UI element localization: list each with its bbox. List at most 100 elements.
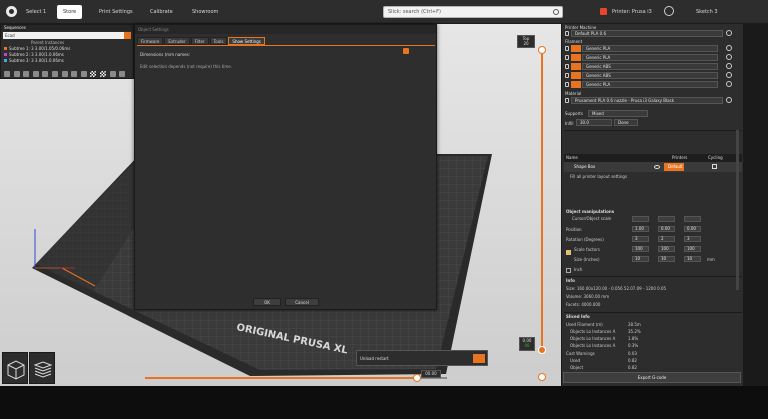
stats-value: 0.03 [628,351,637,356]
window-bottom-bar [0,386,768,419]
filament-select[interactable]: Generic PLA [582,54,718,61]
checker-alt-icon[interactable] [99,71,106,77]
menu-icon[interactable] [109,71,116,77]
search-icon [553,9,559,15]
ok-button[interactable]: OK [253,298,281,306]
dialog-tab-tools[interactable]: Tools [209,37,228,45]
notification-toast: Unload restart [356,350,488,366]
preview-view-button[interactable] [29,352,55,384]
move-slider-end-handle[interactable] [538,373,546,381]
stats-label: Used [570,358,581,363]
size-y[interactable]: 10 [658,256,675,262]
material-settings-gear-icon[interactable] [726,97,732,103]
size-z[interactable]: 10 [684,256,701,262]
object-row-label: Subtree 3: 3 3.00/1.0.06ms [9,58,64,63]
tab-calibrate[interactable]: Calibrate [144,5,179,19]
checker-icon[interactable] [90,71,97,77]
rotation-y[interactable]: 2 [658,236,675,242]
object-search-input[interactable]: Ecad [3,32,131,39]
inch-checkbox[interactable] [566,268,571,273]
printer-settings-gear-icon[interactable] [726,30,732,36]
slider-top-label: Top 20 [517,35,535,48]
filament-settings-gear-icon[interactable] [726,72,732,78]
copy-icon[interactable] [23,71,30,77]
infill-done-button[interactable]: Done [614,119,638,126]
position-z[interactable]: 0.00 [684,226,701,232]
connect-icon[interactable] [600,8,607,15]
printer-status[interactable]: Printer: Prusa i3 [612,5,652,19]
filament-select[interactable]: Generic ABS [582,72,718,79]
filament-select[interactable]: Generic ABS [582,63,718,70]
supports-select[interactable]: Mixed [588,110,648,117]
delete-icon[interactable] [13,71,20,77]
scale-y[interactable]: 100 [658,246,675,252]
position-x[interactable]: 1.00 [632,226,649,232]
table-row-name: Shape Box [574,164,596,169]
window-edge [743,24,768,386]
filament-settings-gear-icon[interactable] [726,81,732,87]
filament-settings-gear-icon[interactable] [726,45,732,51]
tab-print-settings[interactable]: Print Settings [93,5,139,19]
sketch-label[interactable]: Sketch 3 [696,5,718,19]
sidebar-divider [564,276,742,277]
eye-icon[interactable] [654,165,660,169]
toast-action-button[interactable] [473,354,485,363]
redo-icon[interactable] [80,71,87,77]
filament-color-swatch[interactable] [571,45,581,52]
printer-select[interactable]: Default PLA 0.6 [571,30,723,37]
move-slider-handle[interactable] [413,374,421,382]
export-gcode-button[interactable]: Export G-code [563,372,741,383]
filament-color-swatch[interactable] [571,63,581,70]
move-slider-track[interactable] [145,377,417,379]
layer-slider-top-handle[interactable] [538,46,546,54]
dialog-tab-firmware[interactable]: Firmware [137,37,164,45]
rotation-x[interactable]: 3 [632,236,649,242]
material-select[interactable]: Prusament PLA 0.6 nozzle - Prusa i3 Gala… [571,97,723,104]
filament-settings-gear-icon[interactable] [726,54,732,60]
infill-select[interactable]: 30.0 [576,119,612,126]
layer-slider-bottom-handle[interactable] [538,346,546,354]
tab-showroom[interactable]: Showroom [186,5,224,19]
filament-select[interactable]: Generic PLA [582,45,718,52]
dimensions-checkbox[interactable] [403,48,409,54]
filament-color-swatch[interactable] [571,81,581,88]
tab-select[interactable]: Select 1 [20,5,52,19]
table-row-action[interactable]: Default [664,163,684,171]
filament-select[interactable]: Generic PLA [582,81,718,88]
arrange-icon[interactable] [61,71,68,77]
filament-color-swatch[interactable] [571,54,581,61]
dialog-tab-filter[interactable]: Filter [190,37,209,45]
settings-icon[interactable] [664,6,674,16]
tab-store[interactable]: Store [57,5,83,19]
search-input[interactable]: Slick: search (Ctrl+F) [383,6,563,18]
add-icon[interactable] [4,71,10,77]
scale-z[interactable]: 100 [684,246,701,252]
scale-x[interactable]: 100 [632,246,649,252]
row-checkbox[interactable] [712,164,717,169]
clear-icon[interactable] [124,32,131,39]
layer-slider-track[interactable] [541,48,543,351]
table-header-cycling: Cycling [708,155,723,160]
filament-color-swatch[interactable] [571,72,581,79]
rotation-z[interactable]: 3 [684,236,701,242]
split-icon[interactable] [42,71,49,77]
dialog-tab-show-settings[interactable]: Show Settings [228,37,265,45]
table-row[interactable]: Shape Box Default [564,162,742,172]
paste-icon[interactable] [32,71,39,77]
cancel-button[interactable]: Cancel [285,298,319,306]
position-y[interactable]: 0.00 [658,226,675,232]
lock-scale-checkbox[interactable] [566,250,571,255]
top-bar: Select 1 Store Print Settings Calibrate … [0,0,768,24]
3d-view-button[interactable] [2,352,28,384]
stats-value: 28.5m [628,322,641,327]
sidebar-scrollbar[interactable] [736,130,739,290]
dialog-tab-extruder[interactable]: Extruder [164,37,190,45]
app-logo-icon [6,6,17,17]
size-x[interactable]: 10 [632,256,649,262]
lock-icon [565,64,569,69]
object-row[interactable]: Subtree 3: 3 3.00/1.0.06ms [1,58,133,64]
filament-settings-gear-icon[interactable] [726,63,732,69]
more-icon[interactable] [119,71,126,77]
undo-icon[interactable] [71,71,78,77]
layers-icon[interactable] [51,71,58,77]
